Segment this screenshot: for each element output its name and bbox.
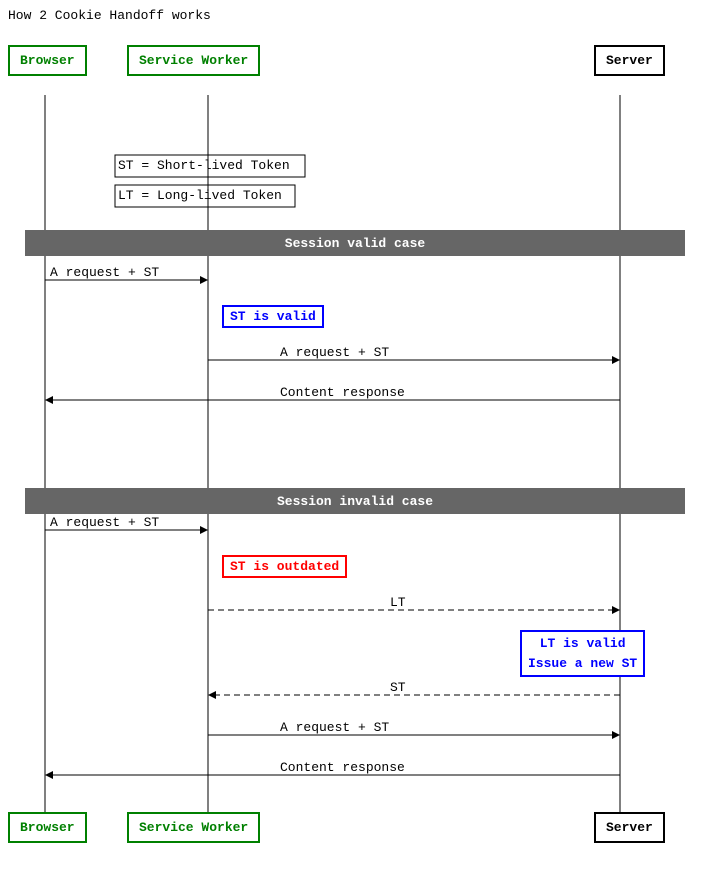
msg-lt: LT (390, 595, 406, 610)
server-actor-bottom: Server (594, 812, 665, 843)
msg-request-st-2: A request + ST (50, 515, 159, 530)
msg-st: ST (390, 680, 406, 695)
msg-request-st-1: A request + ST (50, 265, 159, 280)
msg-content-response-1: Content response (280, 385, 405, 400)
browser-actor-top: Browser (8, 45, 87, 76)
diagram: How 2 Cookie Handoff works (0, 0, 710, 872)
lt-valid-label: LT is valid Issue a new ST (520, 630, 645, 677)
msg-request-st-forward-2: A request + ST (280, 720, 389, 735)
session-valid-bar: Session valid case (25, 230, 685, 256)
st-outdated-label: ST is outdated (222, 555, 347, 578)
browser-actor-bottom: Browser (8, 812, 87, 843)
server-actor-top: Server (594, 45, 665, 76)
st-definition: ST = Short-lived Token (118, 158, 290, 173)
st-valid-label: ST is valid (222, 305, 324, 328)
msg-content-response-2: Content response (280, 760, 405, 775)
service-worker-actor-bottom: Service Worker (127, 812, 260, 843)
service-worker-actor-top: Service Worker (127, 45, 260, 76)
page-title: How 2 Cookie Handoff works (8, 8, 211, 23)
lt-definition: LT = Long-lived Token (118, 188, 282, 203)
session-invalid-bar: Session invalid case (25, 488, 685, 514)
msg-request-st-forward-1: A request + ST (280, 345, 389, 360)
